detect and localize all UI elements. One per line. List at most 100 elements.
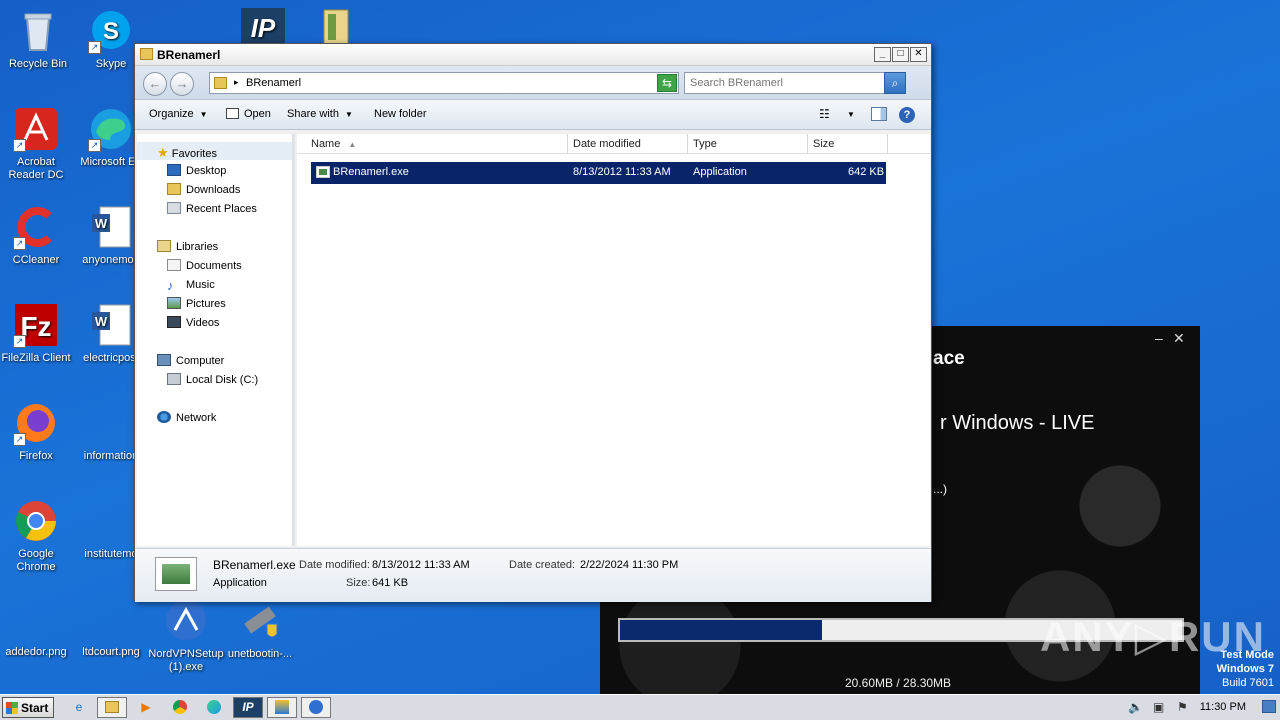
taskbar-edge-icon[interactable]: [199, 697, 229, 718]
details-pane: BRenamerl.exe Application Date modified:…: [135, 548, 931, 602]
desktop-icon-nordvpn[interactable]: NordVPNSetup (1).exe: [148, 598, 224, 674]
taskbar-installer-icon[interactable]: [267, 697, 297, 718]
column-header-size[interactable]: Size: [808, 134, 888, 154]
documents-icon: [167, 259, 181, 271]
open-button[interactable]: Open: [226, 108, 271, 120]
image-file-icon: [88, 596, 134, 642]
svg-text:W: W: [95, 314, 108, 329]
share-with-button[interactable]: Share with ▼: [287, 108, 353, 120]
nav-videos[interactable]: Videos: [167, 316, 219, 329]
nav-libraries[interactable]: Libraries: [157, 240, 218, 253]
nav-local-disk-label: Local Disk (C:): [186, 374, 259, 386]
forward-button[interactable]: →: [170, 72, 194, 96]
desktop-icon-acrobat[interactable]: ↗ Acrobat Reader DC: [0, 106, 74, 182]
unetbootin-icon: [237, 598, 283, 644]
new-folder-button[interactable]: New folder: [374, 108, 427, 120]
nav-desktop-label: Desktop: [186, 165, 227, 177]
taskbar-ie-icon[interactable]: e: [64, 697, 94, 718]
desktop-icon-label: addedor.png: [5, 646, 67, 658]
installer-minimize-button[interactable]: –: [1155, 330, 1163, 346]
desktop-icon-unetbootin[interactable]: unetbootin-...: [222, 598, 298, 661]
breadcrumb[interactable]: BRenamerl: [246, 77, 301, 89]
nav-computer-label: Computer: [176, 355, 225, 367]
installer-close-button[interactable]: ✕: [1173, 330, 1185, 347]
word-doc-icon: W: [88, 302, 134, 348]
nav-favorites[interactable]: ★ Favorites: [137, 142, 292, 160]
minimize-button[interactable]: _: [874, 47, 891, 62]
details-filetype: Application: [213, 577, 267, 589]
search-input[interactable]: [690, 74, 880, 92]
chevron-down-icon: ▼: [199, 110, 208, 119]
details-date-modified: 8/13/2012 11:33 AM: [372, 559, 470, 571]
desktop-icon-recycle-bin[interactable]: Recycle Bin: [0, 8, 76, 71]
nav-local-disk[interactable]: Local Disk (C:): [167, 373, 258, 386]
taskbar-ip-icon[interactable]: IP: [233, 697, 263, 718]
nav-downloads[interactable]: Downloads: [167, 183, 240, 196]
details-date-modified-label: Date modified:: [299, 559, 370, 571]
desktop-icon-label: Google Chrome: [16, 548, 56, 573]
taskbar-media-player-icon[interactable]: ▶: [131, 697, 161, 718]
search-icon[interactable]: ⌕: [884, 72, 906, 94]
action-center-flag-icon[interactable]: ⚑: [1177, 700, 1188, 714]
column-name-label: Name: [311, 138, 341, 150]
desktop-icon-addedor[interactable]: addedor.png: [0, 596, 74, 659]
desktop-icon-label: Recycle Bin: [8, 58, 68, 70]
title-bar[interactable]: BRenamerl _ □ ✕: [135, 44, 931, 66]
back-button[interactable]: ←: [143, 72, 167, 96]
view-options-icon[interactable]: ☷: [819, 107, 830, 121]
nav-pictures[interactable]: Pictures: [167, 297, 226, 310]
start-button[interactable]: Start: [2, 697, 54, 718]
maximize-button[interactable]: □: [892, 47, 909, 62]
desktop-icon-ccleaner[interactable]: ↗ CCleaner: [0, 204, 74, 267]
chevron-down-icon[interactable]: ▼: [847, 110, 855, 119]
desktop-icon-firefox[interactable]: ↗ Firefox: [0, 400, 74, 463]
file-list[interactable]: Name ▲ Date modified Type Size BRenamerl.…: [297, 134, 930, 546]
taskbar-explorer-icon[interactable]: [97, 697, 127, 718]
taskbar-nordvpn-icon[interactable]: [301, 697, 331, 718]
volume-icon[interactable]: 🔈: [1128, 700, 1143, 714]
search-box[interactable]: ⌕: [684, 72, 906, 94]
details-date-created: 2/22/2024 11:30 PM: [580, 559, 679, 571]
breadcrumb-chevron-icon[interactable]: ▸: [234, 77, 239, 88]
taskbar-chrome-icon[interactable]: [165, 697, 195, 718]
nav-documents[interactable]: Documents: [167, 259, 242, 272]
nav-network[interactable]: Network: [157, 411, 216, 424]
address-bar[interactable]: ▸ BRenamerl ▼: [209, 72, 679, 94]
close-button[interactable]: ✕: [910, 47, 927, 62]
navigation-pane: ★ Favorites Desktop Downloads Recent Pla…: [137, 134, 295, 546]
nav-computer[interactable]: Computer: [157, 354, 224, 367]
open-label: Open: [244, 108, 271, 120]
nav-music[interactable]: ♪ Music: [167, 278, 215, 293]
desktop-icon-filezilla[interactable]: Fz ↗ FileZilla Client: [0, 302, 74, 365]
explorer-window[interactable]: BRenamerl _ □ ✕ ← → ▸ BRenamerl ▼ ⇆ ⌕ Or…: [134, 43, 932, 602]
organize-label: Organize: [149, 108, 194, 120]
pictures-icon: [167, 297, 181, 309]
preview-pane-icon[interactable]: [871, 107, 887, 121]
organize-button[interactable]: Organize ▼: [149, 108, 208, 120]
recycle-bin-icon: [15, 8, 61, 54]
nav-recent-places[interactable]: Recent Places: [167, 202, 257, 215]
nav-desktop[interactable]: Desktop: [167, 164, 226, 177]
star-icon: ★: [157, 145, 169, 160]
show-desktop-button[interactable]: [1262, 700, 1276, 713]
nav-music-label: Music: [186, 279, 215, 291]
desktop-icon-label: Firefox: [19, 450, 53, 462]
shortcut-arrow-icon: ↗: [13, 335, 26, 348]
windows-logo-icon: [6, 702, 18, 714]
edge-icon: ↗: [88, 106, 134, 152]
help-icon[interactable]: ?: [899, 107, 915, 123]
videos-icon: [167, 316, 181, 328]
column-header-name[interactable]: Name ▲: [297, 134, 568, 154]
folder-icon: [214, 77, 227, 89]
shortcut-arrow-icon: ↗: [88, 139, 101, 152]
column-header-type[interactable]: Type: [688, 134, 808, 154]
exe-file-icon: [316, 166, 330, 178]
network-tray-icon[interactable]: ▣: [1153, 700, 1164, 714]
table-row[interactable]: BRenamerl.exe 8/13/2012 11:33 AM Applica…: [311, 162, 886, 184]
desktop-icon-ltdcourt[interactable]: ltdcourt.png: [73, 596, 149, 659]
column-header-date-modified[interactable]: Date modified: [568, 134, 688, 154]
file-size: 642 KB: [848, 166, 885, 178]
desktop-icon-chrome[interactable]: Google Chrome: [0, 498, 74, 574]
clock[interactable]: 11:30 PM: [1200, 701, 1246, 713]
refresh-button[interactable]: ⇆: [657, 74, 677, 92]
